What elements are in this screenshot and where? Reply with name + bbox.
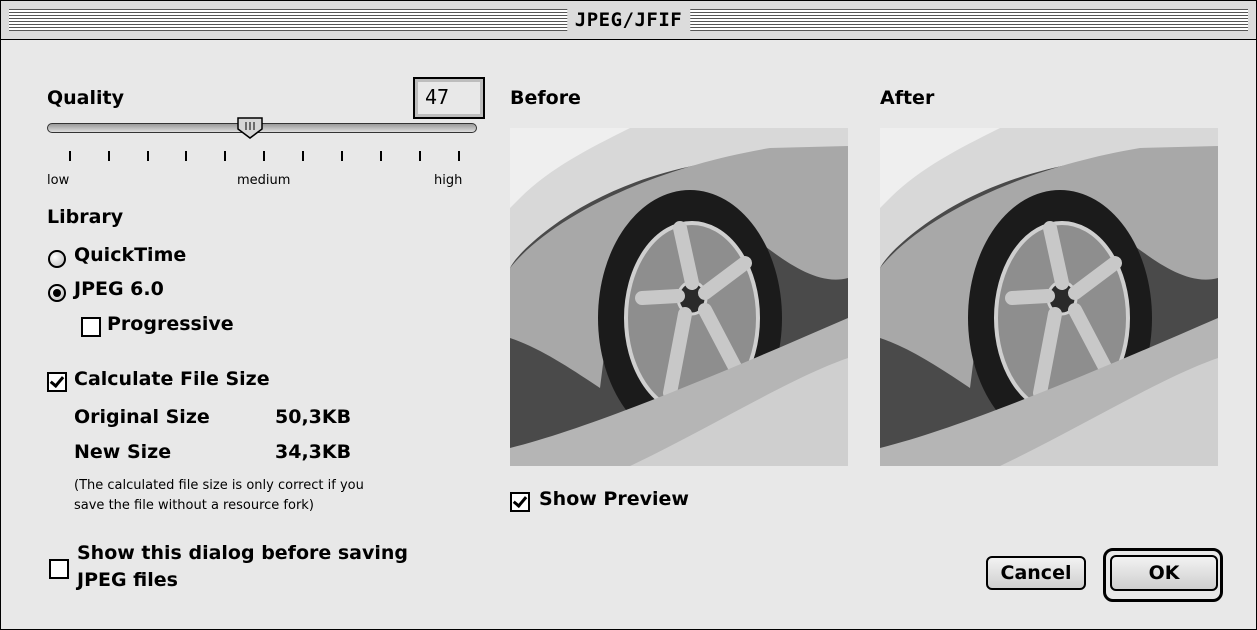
radio-jpeg6[interactable] (48, 284, 66, 302)
new-size-value: 34,3KB (275, 441, 352, 463)
before-label: Before (510, 87, 581, 109)
original-size-label: Original Size (74, 406, 210, 428)
quality-high-label: high (434, 173, 463, 188)
progressive-checkbox[interactable] (81, 317, 101, 337)
file-size-note-line2: save the file without a resource fork) (74, 498, 314, 513)
quality-value-field[interactable]: 47 (413, 77, 485, 119)
ok-button[interactable]: OK (1110, 555, 1218, 591)
quality-label: Quality (47, 87, 124, 109)
radio-quicktime-label[interactable]: QuickTime (74, 244, 186, 266)
show-dialog-checkbox[interactable] (49, 559, 69, 579)
quality-medium-label: medium (237, 173, 291, 188)
calculate-file-size-checkbox[interactable] (47, 372, 67, 392)
after-preview-image (880, 128, 1218, 466)
before-preview-image (510, 128, 848, 466)
show-preview-label[interactable]: Show Preview (539, 488, 689, 510)
radio-quicktime[interactable] (48, 250, 66, 268)
new-size-label: New Size (74, 441, 172, 463)
cancel-button[interactable]: Cancel (986, 556, 1086, 590)
show-dialog-label-line2[interactable]: JPEG files (77, 569, 178, 591)
quality-low-label: low (47, 173, 70, 188)
radio-jpeg6-label[interactable]: JPEG 6.0 (74, 278, 164, 300)
window-title: JPEG/JFIF (566, 7, 691, 33)
show-dialog-label-line1[interactable]: Show this dialog before saving (77, 542, 408, 564)
progressive-label[interactable]: Progressive (107, 313, 234, 335)
quality-value: 47 (425, 85, 450, 109)
jpeg-options-dialog: JPEG/JFIF Quality 47 low medium high Lib… (0, 0, 1257, 630)
title-bar[interactable]: JPEG/JFIF (1, 1, 1256, 40)
original-size-value: 50,3KB (275, 406, 352, 428)
after-label: After (880, 87, 935, 109)
show-preview-checkbox[interactable] (510, 492, 530, 512)
file-size-note-line1: (The calculated file size is only correc… (74, 478, 364, 493)
library-label: Library (47, 206, 124, 228)
slider-thumb-icon[interactable] (237, 117, 263, 139)
calculate-file-size-label[interactable]: Calculate File Size (74, 368, 270, 390)
